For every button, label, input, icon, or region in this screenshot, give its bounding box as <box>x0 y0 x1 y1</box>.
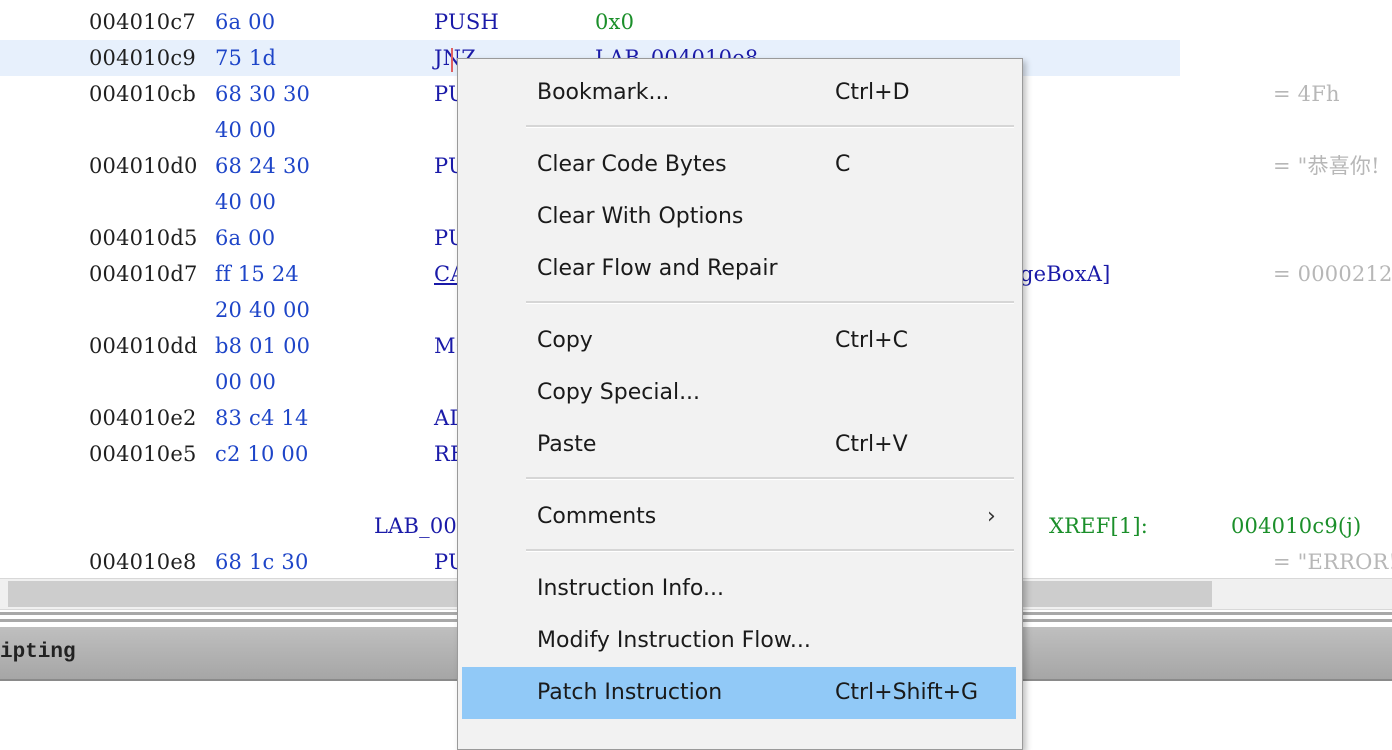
menu-separator <box>526 549 1014 552</box>
menu-item-label: Paste <box>537 432 597 457</box>
menu-item-label: Clear With Options <box>537 204 744 229</box>
menu-item-label: Bookmark... <box>537 80 670 105</box>
menu-item-bookmark[interactable]: Bookmark... Ctrl+D <box>462 67 1016 119</box>
menu-item-clear-flow-and-repair[interactable]: Clear Flow and Repair <box>462 243 1016 295</box>
eol-comment: = "ERROR! <box>1273 550 1392 574</box>
address[interactable]: 004010e2 <box>89 400 197 436</box>
code-bytes: 00 00 <box>215 370 277 394</box>
menu-item-clear-code-bytes[interactable]: Clear Code Bytes C <box>462 139 1016 191</box>
submenu-arrow-icon: › <box>987 504 996 529</box>
code-bytes: 68 1c 30 <box>215 550 309 574</box>
code-bytes: b8 01 00 <box>215 334 311 358</box>
menu-item-shortcut: Ctrl+C <box>835 328 908 353</box>
code-bytes: c2 10 00 <box>215 442 309 466</box>
code-bytes: 20 40 00 <box>215 298 311 322</box>
code-bytes: 40 00 <box>215 190 277 214</box>
menu-separator <box>526 477 1014 480</box>
menu-item-paste[interactable]: Paste Ctrl+V <box>462 419 1016 471</box>
code-bytes: 75 1d <box>215 46 277 70</box>
code-bytes: 6a 00 <box>215 10 276 34</box>
menu-item-label: Clear Flow and Repair <box>537 256 778 281</box>
menu-item-label: Clear Code Bytes <box>537 152 727 177</box>
menu-item-label: Modify Instruction Flow... <box>537 628 811 653</box>
context-menu: Bookmark... Ctrl+D Clear Code Bytes C Cl… <box>457 58 1023 750</box>
code-bytes: ff 15 24 <box>215 262 299 286</box>
address[interactable]: 004010d0 <box>89 148 198 184</box>
address[interactable]: 004010d5 <box>89 220 198 256</box>
menu-item-copy-special[interactable]: Copy Special... <box>462 367 1016 419</box>
menu-item-shortcut: Ctrl+D <box>835 80 910 105</box>
menu-separator <box>526 125 1014 128</box>
menu-item-modify-instruction-flow[interactable]: Modify Instruction Flow... <box>462 615 1016 667</box>
code-bytes: 68 30 30 <box>215 82 311 106</box>
address[interactable]: 004010d7 <box>89 256 198 292</box>
text-cursor <box>451 48 453 72</box>
menu-item-label: Patch Instruction <box>537 680 723 705</box>
menu-item-instruction-info[interactable]: Instruction Info... <box>462 563 1016 615</box>
menu-item-shortcut: C <box>835 152 851 177</box>
xref-label: XREF[1]: <box>1049 514 1149 538</box>
eol-comment: = 0000212 <box>1273 262 1392 286</box>
address[interactable]: 004010c9 <box>89 40 196 76</box>
xref-target[interactable]: 004010c9(j) <box>1231 508 1361 544</box>
menu-item-comments[interactable]: Comments › <box>462 491 1016 543</box>
menu-item-label: Copy Special... <box>537 380 701 405</box>
menu-item-label: Copy <box>537 328 593 353</box>
code-bytes: 83 c4 14 <box>215 406 309 430</box>
menu-item-copy[interactable]: Copy Ctrl+C <box>462 315 1016 367</box>
eol-comment: = "恭喜你! <box>1273 154 1380 178</box>
panel-title: ipting <box>0 641 76 664</box>
address[interactable]: 004010cb <box>89 76 196 112</box>
menu-item-shortcut: Ctrl+V <box>835 432 908 457</box>
code-bytes: 6a 00 <box>215 226 276 250</box>
code-bytes: 40 00 <box>215 118 277 142</box>
code-bytes: 68 24 30 <box>215 154 311 178</box>
address[interactable]: 004010c7 <box>89 4 196 40</box>
address[interactable]: 004010e5 <box>89 436 197 472</box>
menu-item-label: Comments <box>537 504 657 529</box>
operand[interactable]: geBoxA] <box>1020 256 1111 292</box>
menu-item-patch-instruction[interactable]: Patch Instruction Ctrl+Shift+G <box>462 667 1016 719</box>
menu-item-shortcut: Ctrl+Shift+G <box>835 680 979 705</box>
menu-item-clear-with-options[interactable]: Clear With Options <box>462 191 1016 243</box>
menu-separator <box>526 301 1014 304</box>
mnemonic[interactable]: PUSH <box>434 4 499 40</box>
address[interactable]: 004010dd <box>89 328 198 364</box>
menu-item-label: Instruction Info... <box>537 576 724 601</box>
operand[interactable]: 0x0 <box>595 4 634 40</box>
address[interactable]: 004010e8 <box>89 544 197 578</box>
code-label[interactable]: LAB_00 <box>374 508 457 544</box>
eol-comment: = 4Fh <box>1273 82 1340 106</box>
